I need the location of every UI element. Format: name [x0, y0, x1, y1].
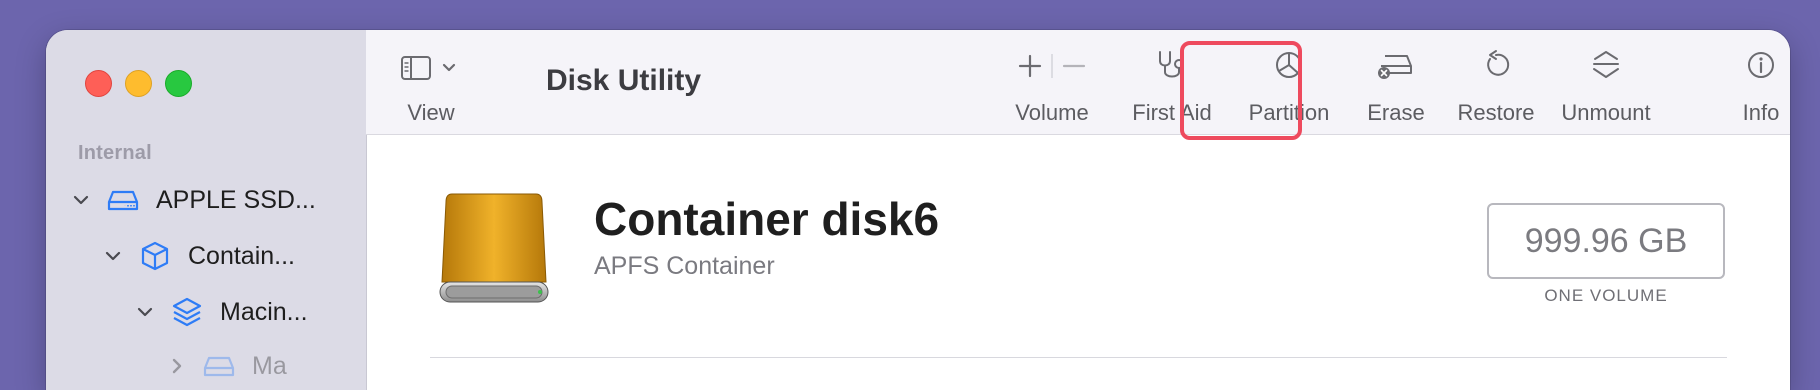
eject-stack-icon [1593, 51, 1619, 78]
partition-label: Partition [1248, 100, 1330, 125]
volume-stack-icon [172, 297, 202, 327]
stethoscope-icon [1159, 51, 1184, 78]
sidebar-item-label: Macin... [220, 297, 308, 326]
disk-name: Container disk6 [594, 193, 940, 245]
pie-chart-icon [1276, 52, 1302, 78]
detail-divider [430, 357, 1727, 358]
sidebar-item-label: Ma [252, 351, 287, 380]
capacity-value: 999.96 GB [1524, 221, 1688, 260]
toolbar: View Disk Utility Volume First Aid Parti… [366, 30, 1790, 135]
minimize-window-button[interactable] [125, 70, 152, 97]
info-button[interactable]: Info [1731, 30, 1790, 134]
first-aid-button[interactable]: First Aid [1122, 30, 1222, 134]
restore-arrow-icon [1487, 50, 1510, 76]
chevron-down-icon[interactable] [70, 189, 92, 211]
capacity-caption: ONE VOLUME [1544, 286, 1668, 305]
unmount-label: Unmount [1561, 100, 1651, 125]
sidebar-item-container[interactable]: Contain... [102, 236, 295, 276]
sidebar-item-label: Contain... [188, 241, 296, 270]
external-disk-icon [439, 193, 549, 303]
unmount-button[interactable]: Unmount [1552, 30, 1660, 134]
chevron-down-icon[interactable] [134, 301, 156, 323]
restore-label: Restore [1457, 100, 1535, 125]
sidebar-toggle-icon [401, 56, 456, 80]
view-label: View [407, 100, 455, 125]
internal-drive-icon [107, 190, 139, 211]
remove-volume-button[interactable] [1052, 48, 1088, 84]
chevron-down-icon[interactable] [102, 245, 124, 267]
view-button[interactable]: View [400, 30, 462, 134]
disk-type: APFS Container [594, 252, 775, 280]
close-window-button[interactable] [85, 70, 112, 97]
sidebar: Internal APPLE SSD... Contain... Macin..… [46, 30, 367, 390]
erase-drive-icon [1378, 55, 1412, 79]
sidebar-item-label: APPLE SSD... [156, 185, 316, 214]
sidebar-item-apple-ssd[interactable]: APPLE SSD... [70, 180, 316, 220]
sidebar-item-ma[interactable]: Ma [166, 346, 287, 386]
restore-button[interactable]: Restore [1450, 30, 1542, 134]
first-aid-label: First Aid [1132, 100, 1212, 125]
volume-label: Volume [1015, 100, 1089, 125]
info-label: Info [1742, 100, 1780, 125]
erase-label: Erase [1367, 100, 1425, 125]
internal-drive-icon [203, 356, 235, 377]
zoom-window-button[interactable] [165, 70, 192, 97]
container-cube-icon [141, 241, 169, 271]
sidebar-section-internal: Internal [78, 142, 152, 164]
add-volume-button[interactable] [1016, 48, 1052, 84]
window-title: Disk Utility [546, 64, 702, 97]
sidebar-item-macintosh[interactable]: Macin... [134, 292, 308, 332]
info-icon [1748, 52, 1774, 78]
partition-button[interactable]: Partition [1232, 30, 1346, 134]
erase-button[interactable]: Erase [1356, 30, 1436, 134]
capacity-box: 999.96 GB [1487, 203, 1725, 279]
